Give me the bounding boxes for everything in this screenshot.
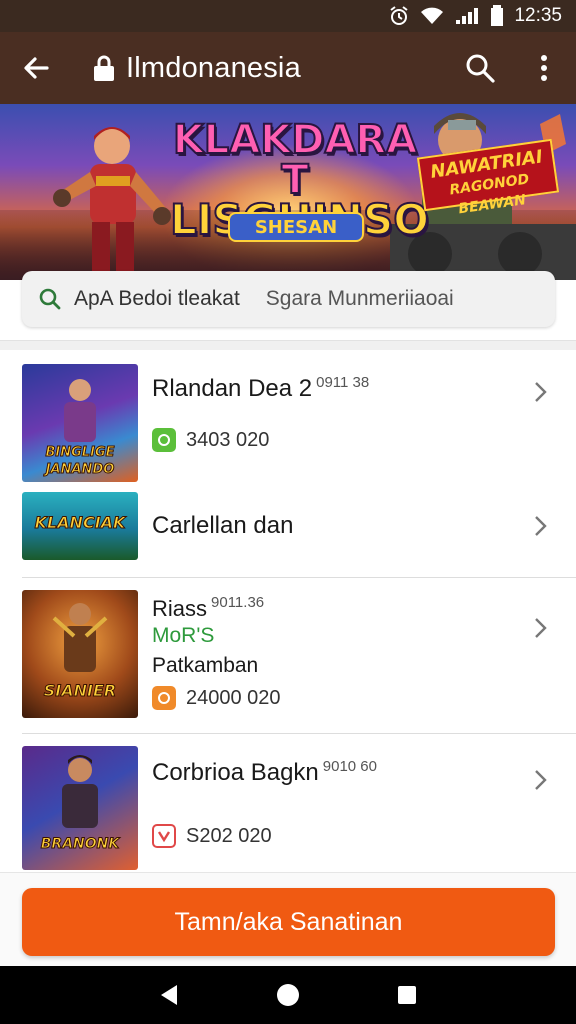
- battery-icon: [490, 5, 504, 27]
- alarm-icon: [388, 5, 410, 27]
- item-name: Rlandan Dea 2 0911 38: [152, 374, 370, 402]
- more-options-button[interactable]: [512, 32, 576, 104]
- item-tag: MoR'S: [152, 624, 215, 647]
- list-item[interactable]: KLANCIAK Carlellan dan: [0, 490, 576, 574]
- price-tag-icon: [152, 686, 176, 710]
- page-title: Ilmdonanesia: [126, 51, 301, 84]
- game-thumbnail: BRANONK: [22, 746, 138, 870]
- lock-icon: [90, 32, 118, 104]
- price-tag-icon: [152, 428, 176, 452]
- chevron-right-icon: [535, 516, 547, 536]
- list-separator: [0, 340, 576, 350]
- system-nav-bar: [0, 966, 576, 1024]
- nav-back-button[interactable]: [147, 973, 191, 1017]
- back-button[interactable]: [0, 32, 72, 104]
- item-name: Corbrioa Bagkn 9010 60: [152, 758, 377, 786]
- signal-icon: [454, 6, 480, 26]
- primary-action-button[interactable]: Tamn/aka Sanatinan: [22, 888, 555, 956]
- banner-logo-line1: KLAKDARA T: [172, 117, 418, 203]
- square-recents-icon: [397, 986, 416, 1004]
- item-price: 3403 020: [152, 428, 269, 452]
- list-item[interactable]: SIANIER Riass 9011.36 MoR'S Patkamban 240…: [0, 588, 576, 728]
- banner-logo-sub: SHESAN: [228, 212, 364, 242]
- item-subtitle: Patkamban: [152, 654, 259, 677]
- item-price: 24000 020: [152, 686, 281, 710]
- item-name: Carlellan dan: [152, 512, 294, 539]
- search-secondary-placeholder: Sgara Munmeriiaoai: [265, 287, 454, 310]
- back-arrow-icon: [24, 57, 49, 79]
- wifi-icon: [420, 6, 444, 26]
- game-thumbnail: KLANCIAK: [22, 492, 138, 560]
- chevron-right-icon: [535, 382, 547, 402]
- circle-home-icon: [276, 984, 299, 1006]
- thumbnail-title: BINGLIGE JANANDO: [45, 445, 115, 478]
- more-vert-icon: [541, 55, 547, 81]
- list-divider: [22, 577, 576, 578]
- triangle-back-icon: [161, 985, 178, 1005]
- search-bar[interactable]: ApA Bedoi tleakat Sgara Munmeriiaoai: [22, 271, 555, 327]
- item-price: S202 020: [152, 824, 272, 848]
- thumbnail-title: KLANCIAK: [34, 513, 126, 532]
- list-item[interactable]: BINGLIGE JANANDO Rlandan Dea 2 0911 38 34…: [0, 362, 576, 486]
- game-thumbnail: SIANIER: [22, 590, 138, 718]
- hero-left-illustration: [53, 127, 171, 272]
- search-button[interactable]: [448, 32, 512, 104]
- item-name: Riass 9011.36: [152, 594, 265, 621]
- nav-recents-button[interactable]: [385, 973, 429, 1017]
- list-divider: [22, 733, 576, 734]
- promo-banner[interactable]: KLAKDARA T LISGHINSO SHESAN NAWATRIAI RA…: [0, 104, 576, 280]
- app-bar: Ilmdonanesia: [0, 32, 576, 104]
- item-code: 0911 38: [316, 374, 370, 391]
- thumbnail-title: BRANONK: [40, 836, 120, 853]
- thumbnail-title: SIANIER: [43, 681, 117, 700]
- list-item[interactable]: BRANONK Corbrioa Bagkn 9010 60 S202 020: [0, 744, 576, 872]
- game-thumbnail: BINGLIGE JANANDO: [22, 364, 138, 482]
- price-tag-icon: [152, 824, 176, 848]
- search-placeholder: ApA Bedoi tleakat: [74, 287, 240, 310]
- status-time: 12:35: [514, 5, 562, 26]
- search-field-icon: [36, 285, 64, 313]
- chevron-right-icon: [535, 770, 547, 790]
- chevron-right-icon: [535, 618, 547, 638]
- item-code: 9011.36: [211, 594, 265, 611]
- status-bar: 12:35: [0, 0, 576, 32]
- item-code: 9010 60: [322, 758, 377, 775]
- nav-home-button[interactable]: [266, 973, 310, 1017]
- search-icon: [466, 54, 495, 83]
